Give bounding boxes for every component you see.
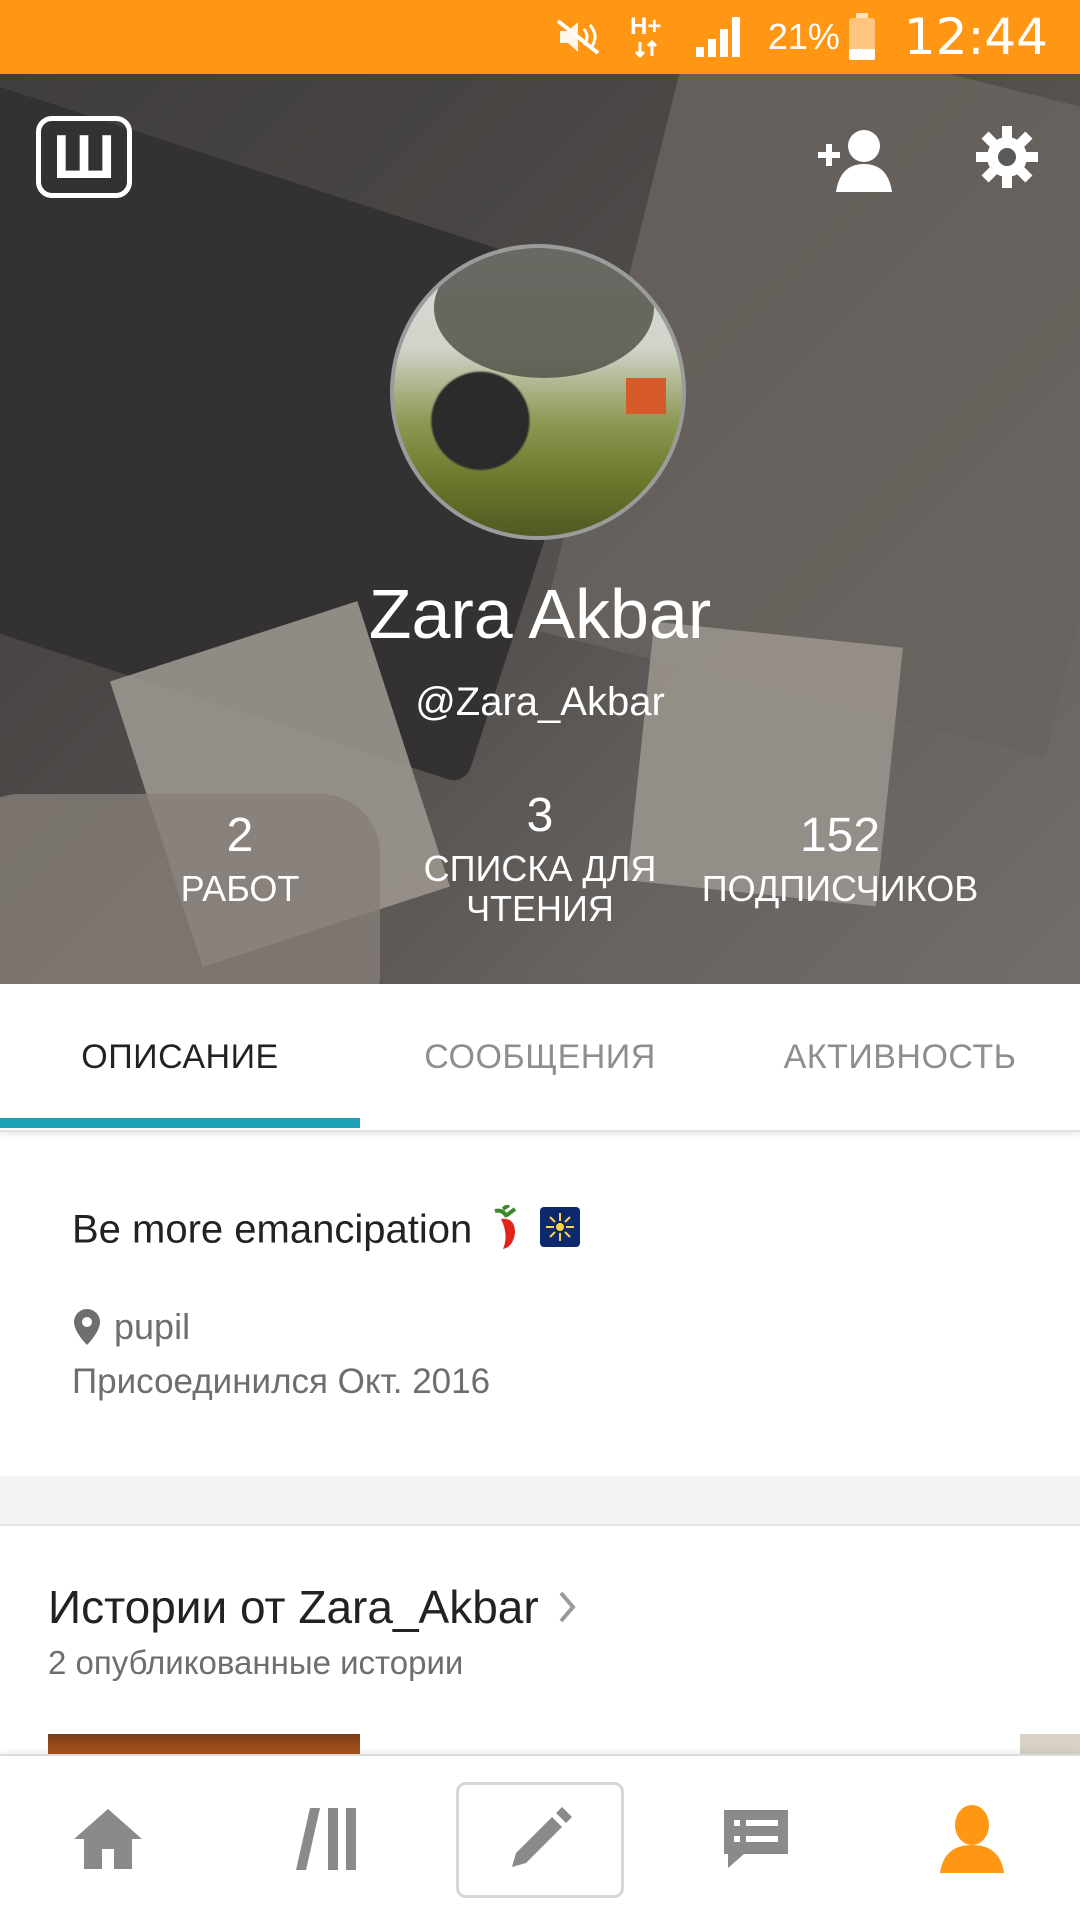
mute-icon [554, 17, 602, 57]
stat-followers-count: 152 [799, 809, 881, 862]
chevron-right-icon [557, 1589, 577, 1625]
bio-text-content: Be more emancipation [72, 1207, 473, 1252]
avatar-photo-detail [626, 378, 666, 414]
stories-count: 2 опубликованные истории [48, 1644, 464, 1681]
status-bar: H+ 21% 12:44 [0, 0, 1080, 74]
stories-section-title[interactable]: Истории от Zara_Akbar [48, 1580, 577, 1634]
stat-reading-lists-label: ЧТЕНИЯ [466, 888, 614, 929]
stat-works[interactable]: 2 РАБОТ [150, 808, 330, 909]
profile-name: Zara Akbar [368, 575, 712, 653]
bio-text: Be more emancipation [72, 1203, 581, 1259]
network-h-plus-icon: H+ [628, 12, 668, 62]
location-text: pupil [114, 1306, 191, 1347]
active-tab-indicator [0, 1118, 360, 1128]
profile-tabs: ОПИСАНИЕ СООБЩЕНИЯ АКТИВНОСТЬ [0, 984, 1080, 1132]
signal-icon [694, 15, 746, 59]
stat-reading-lists[interactable]: 3 СПИСКА ДЛЯ ЧТЕНИЯ [400, 788, 680, 929]
avatar-photo-detail [434, 248, 654, 378]
joined-date: Присоединился Окт. 2016 [72, 1362, 491, 1401]
nav-library[interactable] [216, 1756, 432, 1922]
wattpad-logo-icon[interactable]: Ш [36, 116, 132, 198]
messages-icon [718, 1804, 794, 1874]
nav-write[interactable] [432, 1756, 648, 1922]
profile-icon [934, 1801, 1010, 1877]
nav-profile[interactable] [864, 1756, 1080, 1922]
stat-followers[interactable]: 152 ПОДПИСЧИКОВ [690, 808, 990, 909]
stat-reading-lists-count: 3 [526, 789, 554, 842]
stat-followers-label: ПОДПИСЧИКОВ [701, 868, 979, 909]
settings-gear-icon[interactable] [974, 124, 1040, 195]
battery-percent: 21% [767, 16, 840, 57]
battery-icon [848, 13, 876, 61]
location-row: pupil [72, 1306, 190, 1348]
section-divider [0, 1476, 1080, 1526]
stat-works-count: 2 [226, 809, 254, 862]
location-pin-icon [72, 1307, 102, 1347]
tab-about[interactable]: ОПИСАНИЕ [0, 984, 360, 1130]
profile-header: Ш Zara Akbar @Zara_Akbar 2 РАБОТ 3 СПИСК… [0, 74, 1080, 984]
fireworks-emoji-icon [540, 1207, 581, 1257]
svg-text:H+: H+ [630, 13, 661, 40]
avatar[interactable] [390, 244, 686, 540]
stat-reading-lists-label: СПИСКА ДЛЯ [423, 848, 657, 889]
pepper-emoji-icon [489, 1203, 523, 1259]
home-icon [70, 1805, 146, 1873]
stories-title-text: Истории от Zara_Akbar [48, 1581, 539, 1633]
tab-activity[interactable]: АКТИВНОСТЬ [720, 984, 1080, 1130]
nav-home[interactable] [0, 1756, 216, 1922]
write-pencil-icon [502, 1801, 578, 1877]
bottom-navigation [0, 1754, 1080, 1922]
status-time: 12:44 [903, 8, 1048, 66]
nav-messages[interactable] [648, 1756, 864, 1922]
tab-messages[interactable]: СООБЩЕНИЯ [360, 984, 720, 1130]
follow-user-icon[interactable] [816, 126, 900, 201]
profile-username: @Zara_Akbar [415, 680, 665, 724]
library-icon [288, 1804, 360, 1874]
stat-works-label: РАБОТ [180, 868, 300, 909]
